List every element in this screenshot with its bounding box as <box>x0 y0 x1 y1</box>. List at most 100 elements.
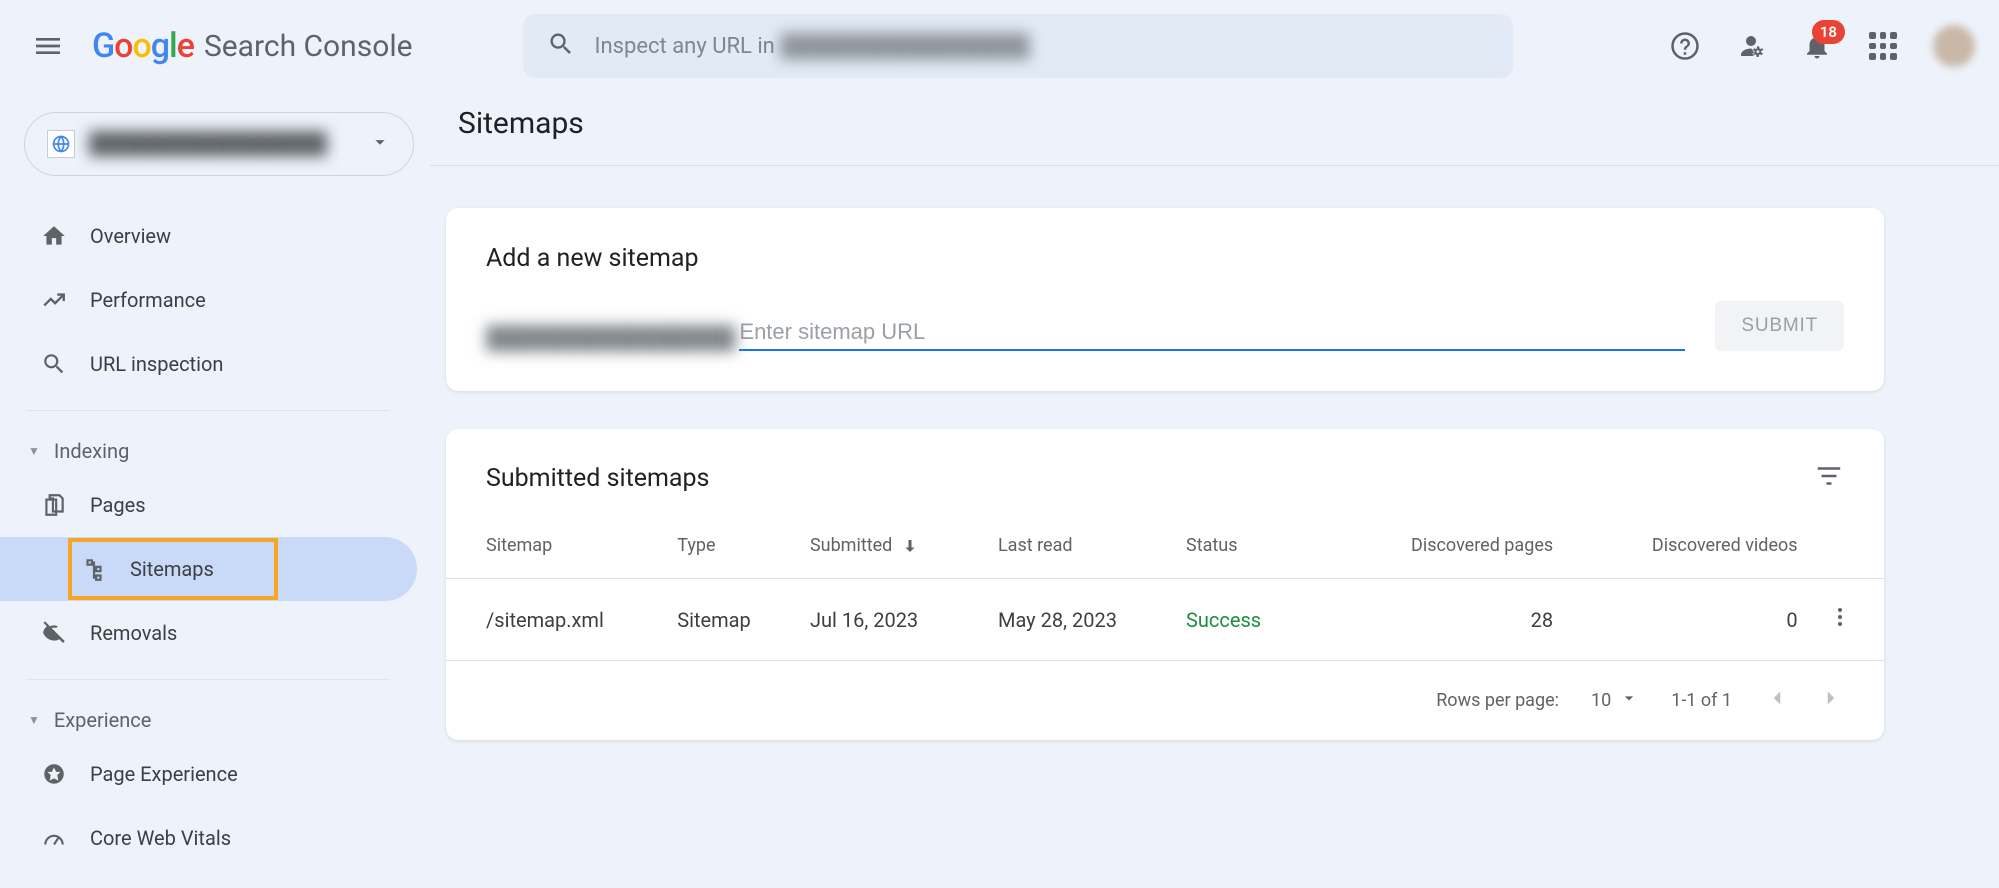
collapse-icon: ▼ <box>28 713 40 727</box>
notification-badge: 18 <box>1812 20 1845 44</box>
nav-overview[interactable]: Overview <box>0 204 416 268</box>
nav-pages[interactable]: Pages <box>0 473 416 537</box>
account-avatar[interactable] <box>1933 25 1975 67</box>
col-sitemap[interactable]: Sitemap <box>446 513 667 579</box>
col-submitted-label: Submitted <box>810 535 892 556</box>
sidebar: ████████████████ Overview Performance UR… <box>0 92 430 888</box>
users-button[interactable] <box>1735 30 1767 62</box>
logo: Google Search Console <box>92 28 413 64</box>
nav-url-inspection[interactable]: URL inspection <box>0 332 416 396</box>
chevron-down-icon <box>1619 688 1639 713</box>
col-pages[interactable]: Discovered pages <box>1342 513 1563 579</box>
filter-icon <box>1814 461 1844 491</box>
nav-label: Performance <box>90 288 206 312</box>
gauge-icon <box>40 824 68 852</box>
cell-type: Sitemap <box>667 579 800 661</box>
filter-button[interactable] <box>1814 461 1844 495</box>
page-experience-icon <box>40 760 68 788</box>
help-button[interactable] <box>1669 30 1701 62</box>
apps-grid-icon <box>1869 32 1897 60</box>
content: Sitemaps Add a new sitemap █████████████… <box>430 92 1999 888</box>
nav-page-experience[interactable]: Page Experience <box>0 742 416 806</box>
topbar: Google Search Console Inspect any URL in… <box>0 0 1999 92</box>
cell-sitemap: /sitemap.xml <box>446 579 667 661</box>
nav-performance[interactable]: Performance <box>0 268 416 332</box>
col-videos[interactable]: Discovered videos <box>1563 513 1817 579</box>
cell-pages: 28 <box>1342 579 1563 661</box>
rows-per-page-select[interactable]: 10 <box>1591 688 1639 713</box>
nav-label: URL inspection <box>90 352 223 376</box>
col-status[interactable]: Status <box>1176 513 1342 579</box>
add-sitemap-card: Add a new sitemap ████████████████ SUBMI… <box>446 208 1884 391</box>
col-submitted[interactable]: Submitted <box>800 513 988 579</box>
topbar-actions: 18 <box>1669 25 1975 67</box>
search-icon <box>40 350 68 378</box>
nav-label: Overview <box>90 224 171 248</box>
collapse-icon: ▼ <box>28 444 40 458</box>
nav-group-indexing[interactable]: ▼ Indexing <box>0 429 416 473</box>
search-icon <box>547 30 575 62</box>
table-row[interactable]: /sitemap.xml Sitemap Jul 16, 2023 May 28… <box>446 579 1884 661</box>
cell-last-read: May 28, 2023 <box>988 579 1176 661</box>
pagination-range: 1-1 of 1 <box>1671 690 1732 711</box>
globe-icon <box>47 130 75 158</box>
nav-core-web-vitals[interactable]: Core Web Vitals <box>0 806 416 870</box>
sitemap-url-input[interactable] <box>739 315 1685 351</box>
apps-button[interactable] <box>1867 30 1899 62</box>
row-menu-button[interactable] <box>1818 579 1884 661</box>
nav-label: Page Experience <box>90 762 238 786</box>
nav-group-experience[interactable]: ▼ Experience <box>0 698 416 742</box>
divider <box>26 410 390 411</box>
search-domain: ████████████████ <box>780 34 1029 59</box>
cell-videos: 0 <box>1563 579 1817 661</box>
menu-button[interactable] <box>24 22 72 70</box>
nav-label: Pages <box>90 493 146 517</box>
cell-submitted: Jul 16, 2023 <box>800 579 988 661</box>
card-title: Submitted sitemaps <box>486 464 709 493</box>
nav-label: Core Web Vitals <box>90 826 231 850</box>
col-type[interactable]: Type <box>667 513 800 579</box>
divider <box>26 679 390 680</box>
trend-icon <box>40 286 68 314</box>
col-last-read[interactable]: Last read <box>988 513 1176 579</box>
more-vert-icon <box>1828 605 1852 629</box>
removals-icon <box>40 619 68 647</box>
rows-per-page-value: 10 <box>1591 690 1611 711</box>
submit-button[interactable]: SUBMIT <box>1715 301 1844 351</box>
nav-label: Sitemaps <box>130 557 214 581</box>
pages-icon <box>40 491 68 519</box>
next-page-button[interactable] <box>1818 685 1844 716</box>
user-settings-icon <box>1736 31 1766 61</box>
divider <box>430 165 1999 166</box>
url-inspect-search[interactable]: Inspect any URL in ████████████████ <box>523 14 1513 78</box>
chevron-left-icon <box>1764 685 1790 711</box>
sitemap-url-prefix: ████████████████ <box>486 325 735 351</box>
sitemap-icon <box>80 555 108 583</box>
table-footer: Rows per page: 10 1-1 of 1 <box>446 661 1884 740</box>
home-icon <box>40 222 68 250</box>
sort-desc-icon <box>897 535 919 556</box>
chevron-down-icon <box>369 131 391 157</box>
help-icon <box>1670 31 1700 61</box>
sitemaps-table: Sitemap Type Submitted Last read Status … <box>446 513 1884 661</box>
group-label: Indexing <box>54 439 129 463</box>
google-logo: Google <box>92 28 194 64</box>
nav-sitemaps[interactable]: Sitemaps <box>0 537 416 601</box>
nav-sitemaps-highlight[interactable]: Sitemaps <box>68 538 278 600</box>
chevron-right-icon <box>1818 685 1844 711</box>
product-name: Search Console <box>204 29 413 64</box>
property-selector[interactable]: ████████████████ <box>24 112 414 176</box>
nav-removals[interactable]: Removals <box>0 601 416 665</box>
submitted-sitemaps-card: Submitted sitemaps Sitemap Type Submitte… <box>446 429 1884 740</box>
cell-status: Success <box>1176 579 1342 661</box>
prev-page-button[interactable] <box>1764 685 1790 716</box>
card-title: Add a new sitemap <box>446 208 1884 301</box>
rows-per-page-label: Rows per page: <box>1436 690 1559 711</box>
nav-label: Removals <box>90 621 177 645</box>
search-placeholder: Inspect any URL in ████████████████ <box>595 33 1030 59</box>
property-name: ████████████████ <box>89 132 355 156</box>
notifications-button[interactable]: 18 <box>1801 30 1833 62</box>
search-prefix: Inspect any URL in <box>595 34 781 59</box>
hamburger-icon <box>32 30 64 62</box>
page-title: Sitemaps <box>446 92 1999 165</box>
